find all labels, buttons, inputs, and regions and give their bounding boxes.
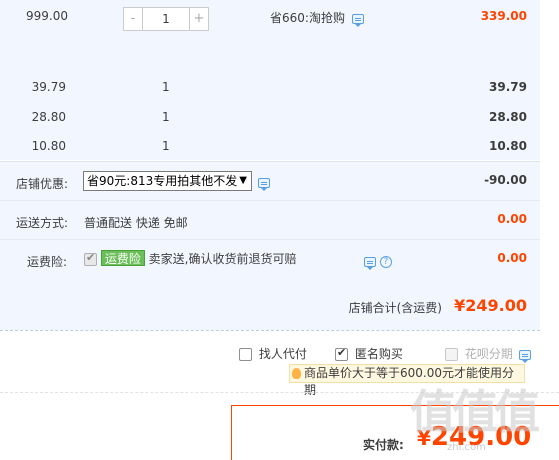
proxy-pay-option[interactable]: 找人代付 [239,345,307,362]
insurance-description: 卖家送,确认收货前退货可赔 [148,252,297,266]
item-row-4: 10.80 1 10.80 [0,130,540,160]
quantity-value: 1 [162,139,170,153]
discount-selected-value: 省90元:813专用拍其他不发 [87,174,238,188]
installment-option: 花呗分期 [445,345,531,363]
discount-amount: -90.00 [484,173,527,187]
item-row-2: 39.79 1 39.79 [0,68,540,100]
item-amount: 28.80 [489,110,527,124]
promo-text: 省660:淘抢购 [270,9,364,27]
store-total-row: 店铺合计(含运费) ¥249.00 [0,278,540,330]
message-icon[interactable] [351,13,364,27]
installment-checkbox [445,348,458,361]
shipping-row: 运送方式: 普通配送 快递 免邮 0.00 [0,201,540,239]
store-total-value: ¥249.00 [454,296,527,315]
promo-label: 省660:淘抢购 [270,11,345,25]
insurance-checkbox[interactable] [84,251,97,266]
proxy-pay-label: 找人代付 [258,347,307,361]
store-discount-row: 店铺优惠: 省90元:813专用拍其他不发 ▼ -90.00 [0,162,540,200]
insurance-help: ? [364,254,392,270]
message-icon[interactable] [364,256,376,270]
insurance-option: 运费险 卖家送,确认收货前退货可赔 [84,250,297,267]
help-icon[interactable]: ? [379,255,392,268]
item-amount: 339.00 [480,9,527,23]
quantity-stepper[interactable]: - 1 + [123,7,209,31]
dropdown-arrow-icon: ▼ [239,175,247,186]
anonymous-option[interactable]: 匿名购买 [335,345,403,362]
discount-select[interactable]: 省90元:813专用拍其他不发 ▼ [83,171,252,191]
discount-label: 店铺优惠: [16,177,69,191]
item-amount: 10.80 [489,139,527,153]
proxy-pay-checkbox[interactable] [239,348,252,361]
payment-label: 实付款: [363,438,404,452]
watermark-text: zhi.com [447,442,486,453]
decrement-button[interactable]: - [123,7,143,31]
insurance-amount: 0.00 [497,251,527,265]
anonymous-label: 匿名购买 [354,347,403,361]
shipping-amount: 0.00 [497,212,527,226]
insurance-tag: 运费险 [100,250,145,266]
shipping-insurance-row: 运费险: 运费险 卖家送,确认收货前退货可赔 ? 0.00 [0,240,540,278]
shipping-method: 普通配送 快递 免邮 [84,216,188,230]
increment-button[interactable]: + [189,7,209,31]
lightbulb-icon [292,368,301,379]
message-icon[interactable] [518,349,531,363]
item-row-1: 999.00 - 1 + 省660:淘抢购 339.00 [0,0,540,68]
item-row-3: 28.80 1 28.80 [0,100,540,130]
anonymous-checkbox[interactable] [335,346,348,361]
watermark-logo: 值值值 [410,385,540,439]
installment-label: 花呗分期 [464,347,513,361]
unit-price: 10.80 [31,139,66,153]
unit-price: 39.79 [31,80,66,94]
quantity-value: 1 [162,80,170,94]
quantity-input[interactable]: 1 [143,7,189,31]
section-divider [0,330,540,331]
quantity-value: 1 [162,110,170,124]
unit-price: 999.00 [26,9,68,23]
item-amount: 39.79 [489,80,527,94]
unit-price: 28.80 [31,110,66,124]
insurance-label: 运费险: [27,255,68,269]
store-total-label: 店铺合计(含运费) [348,301,442,315]
message-icon[interactable] [258,178,270,191]
shipping-label: 运送方式: [16,216,69,230]
